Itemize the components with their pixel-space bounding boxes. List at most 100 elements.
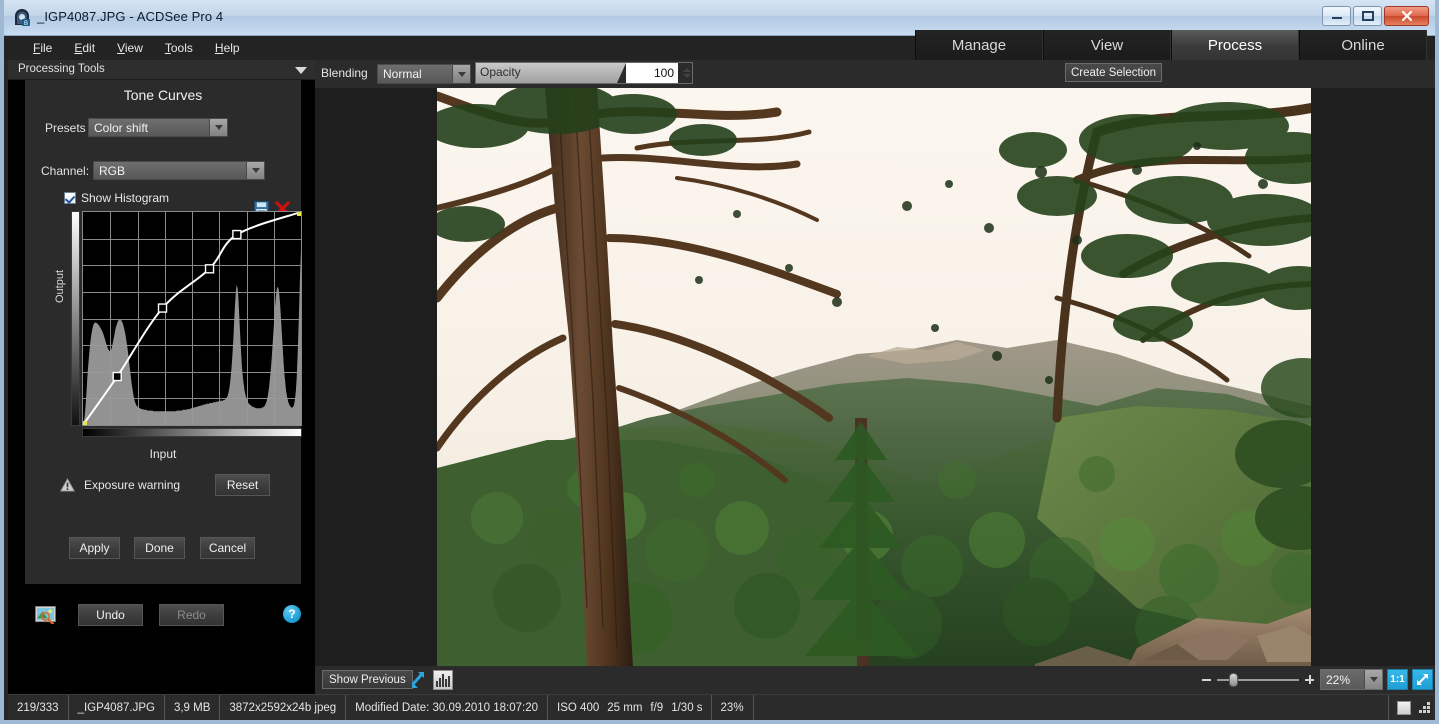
close-button[interactable] — [1384, 6, 1429, 26]
menu-tools[interactable]: Tools — [154, 38, 204, 58]
status-modified-date: Modified Date: 30.09.2010 18:07:20 — [346, 694, 549, 720]
svg-text:B: B — [24, 21, 28, 27]
redo-button[interactable]: Redo — [159, 604, 224, 626]
histogram-icon[interactable] — [433, 670, 453, 690]
window-buttons — [1322, 6, 1429, 26]
blending-label: Blending — [321, 66, 368, 80]
status-right-group — [1389, 700, 1435, 715]
menu-edit[interactable]: Edit — [63, 38, 106, 58]
menu-help[interactable]: Help — [204, 38, 251, 58]
actual-size-button[interactable]: 1:1 — [1387, 669, 1408, 690]
status-zoom: 23% — [712, 694, 754, 720]
status-filename: _IGP4087.JPG — [69, 694, 165, 720]
status-spacer — [754, 694, 1389, 720]
white-square-icon[interactable] — [1397, 700, 1411, 715]
status-bar: 219/333 _IGP4087.JPG 3,9 MB 3872x2592x24… — [8, 694, 1435, 720]
processing-tools-header: Processing Tools — [8, 60, 315, 80]
zoom-slider[interactable] — [1217, 672, 1299, 687]
input-gradient-bar — [82, 428, 302, 437]
show-histogram-checkbox[interactable] — [64, 192, 76, 204]
tab-process[interactable]: Process — [1171, 30, 1299, 60]
opacity-value[interactable]: 100 — [626, 63, 678, 83]
show-previous-button[interactable]: Show Previous — [322, 670, 413, 689]
opacity-track[interactable]: Opacity — [476, 63, 626, 83]
reset-button[interactable]: Reset — [215, 474, 270, 496]
channel-combo[interactable]: RGB — [93, 161, 265, 180]
exposure-warning-row[interactable]: Exposure warning — [60, 478, 180, 492]
status-shutter: 1/30 s — [667, 694, 712, 720]
image-canvas[interactable] — [315, 88, 1435, 666]
output-gradient-bar — [71, 211, 80, 426]
blending-chevron-down-icon[interactable] — [452, 65, 470, 83]
status-index: 219/333 — [8, 694, 69, 720]
presets-chevron-down-icon[interactable] — [209, 119, 227, 136]
tone-curve-svg — [82, 211, 302, 426]
photo-preview[interactable] — [437, 88, 1311, 666]
tool-title: Tone Curves — [123, 87, 203, 103]
status-dimensions: 3872x2592x24b jpeg — [220, 694, 347, 720]
stepper-down-icon[interactable] — [682, 74, 691, 78]
menu-view-rest: iew — [124, 41, 143, 55]
presets-label: Presets — [45, 121, 86, 135]
photo-content — [437, 88, 1311, 666]
maximize-button[interactable] — [1353, 6, 1382, 26]
menu-file-rest: ile — [40, 41, 53, 55]
tone-curve-plot[interactable] — [82, 211, 302, 426]
exposure-warning-label: Exposure warning — [84, 478, 181, 492]
menu-view[interactable]: View — [106, 38, 154, 58]
app-icon: B — [15, 9, 30, 27]
cancel-button[interactable]: Cancel — [200, 537, 255, 559]
status-filesize: 3,9 MB — [165, 694, 221, 720]
opacity-stepper[interactable] — [681, 63, 692, 83]
help-question-icon[interactable]: ? — [283, 605, 301, 623]
chevron-down-icon[interactable] — [295, 67, 307, 74]
apply-button[interactable]: Apply — [69, 537, 120, 559]
canvas-bottom-bar: Show Previous 22% 1:1 — [315, 666, 1435, 694]
axis-label-input: Input — [149, 447, 177, 461]
undo-button[interactable]: Undo — [78, 604, 143, 626]
done-button[interactable]: Done — [134, 537, 185, 559]
zoom-level-value: 22% — [1326, 672, 1351, 687]
tab-online[interactable]: Online — [1299, 30, 1427, 60]
fit-to-window-icon — [1417, 674, 1428, 685]
zoom-controls: 22% 1:1 — [1200, 669, 1433, 690]
fit-to-window-button[interactable] — [1412, 669, 1433, 690]
zoom-chevron-down-icon[interactable] — [1364, 670, 1382, 689]
status-aperture: f/9 — [650, 701, 664, 714]
image-preview-icon[interactable] — [35, 606, 56, 624]
tab-view[interactable]: View — [1043, 30, 1171, 60]
presets-value: Color shift — [94, 120, 149, 135]
channel-value: RGB — [99, 163, 126, 178]
panel-title: Processing Tools — [18, 63, 105, 75]
zoom-level-combo[interactable]: 22% — [1320, 669, 1383, 690]
zoom-plus-icon[interactable] — [1303, 673, 1316, 686]
zoom-slider-thumb[interactable] — [1229, 672, 1238, 687]
menu-file[interactable]: File — [22, 38, 63, 58]
status-focal: 25 mm — [607, 701, 643, 714]
opacity-slider-field[interactable]: Opacity 100 — [475, 62, 693, 84]
show-histogram-row[interactable]: Show Histogram — [64, 191, 169, 205]
presets-combo[interactable]: Color shift — [88, 118, 228, 137]
mode-tabs: Manage View Process Online — [915, 30, 1427, 60]
channel-chevron-down-icon[interactable] — [246, 162, 264, 179]
warning-triangle-icon — [60, 478, 75, 492]
create-selection-button[interactable]: Create Selection — [1065, 63, 1163, 82]
close-icon — [1401, 10, 1412, 22]
window-title: _IGP4087.JPG - ACDSee Pro 4 — [37, 9, 224, 24]
acdsee-window: B _IGP4087.JPG - ACDSee Pro 4 File Edit … — [0, 0, 1439, 724]
menu-help-rest: elp — [223, 41, 240, 55]
zoom-minus-icon[interactable] — [1200, 673, 1213, 686]
stepper-up-icon[interactable] — [682, 68, 691, 72]
tab-manage[interactable]: Manage — [915, 30, 1043, 60]
blending-value: Normal — [383, 67, 422, 81]
minimize-icon — [1331, 17, 1342, 19]
menu-tools-rest: ools — [170, 41, 193, 55]
restore-icon — [1361, 11, 1374, 21]
diagonal-arrows-icon[interactable] — [408, 670, 428, 690]
resize-grip-icon[interactable] — [1419, 701, 1431, 714]
minimize-button[interactable] — [1322, 6, 1351, 26]
blending-combo[interactable]: Normal — [377, 64, 471, 84]
axis-label-output: Output — [54, 269, 66, 303]
opacity-label: Opacity — [480, 65, 521, 79]
options-bar: Blending Normal Opacity 100 Create Selec… — [315, 60, 1435, 88]
